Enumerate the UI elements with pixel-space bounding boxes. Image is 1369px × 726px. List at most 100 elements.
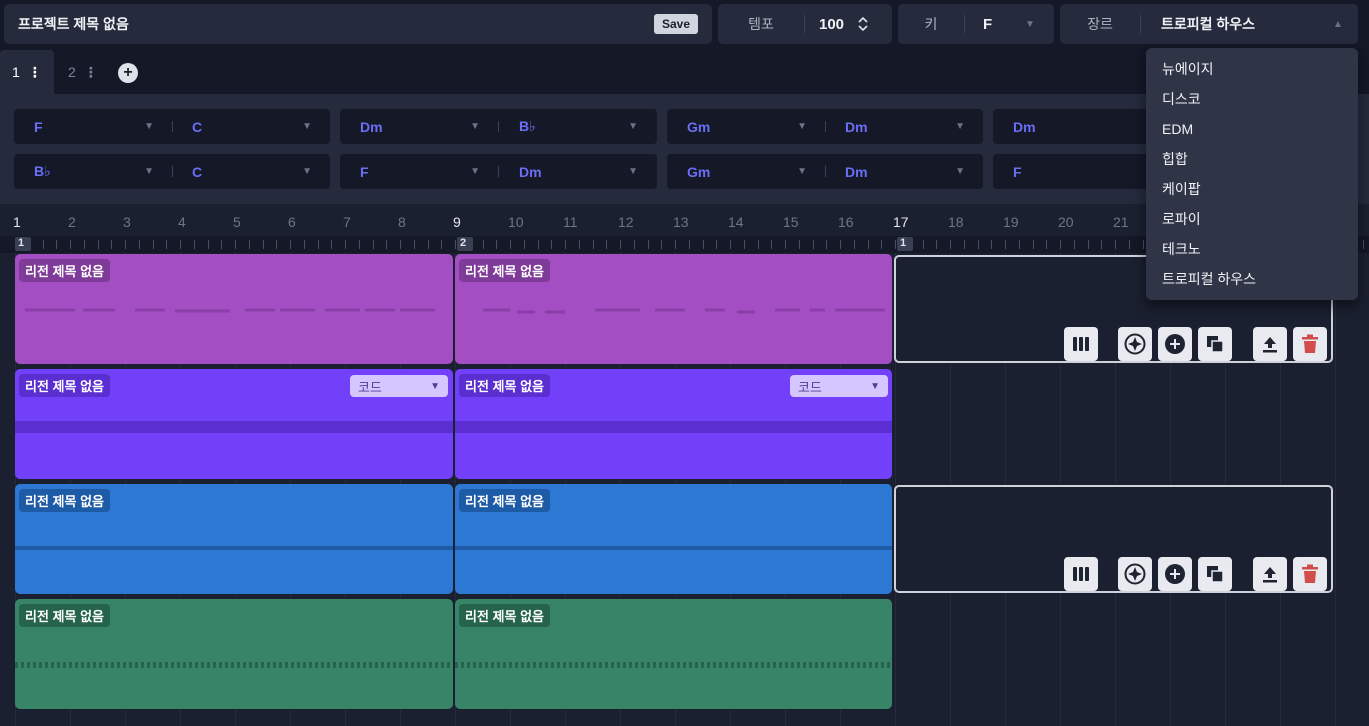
genre-option[interactable]: EDM (1146, 114, 1358, 144)
genre-option[interactable]: 테크노 (1146, 234, 1358, 264)
chord-select[interactable]: F ▼ (34, 109, 154, 144)
chord-select[interactable]: Dm ▼ (845, 109, 965, 144)
ruler-tick (991, 240, 992, 249)
region-title[interactable]: 리전 제목 없음 (459, 604, 550, 627)
ruler-tick (194, 240, 195, 249)
ruler-tick (70, 240, 71, 249)
region-track-4[interactable]: 리전 제목 없음 (15, 599, 453, 709)
region-track-1[interactable]: 리전 제목 없음 (15, 254, 453, 364)
chevron-down-icon[interactable]: ▼ (1025, 19, 1035, 30)
ruler-tick (606, 240, 607, 249)
chord-select[interactable]: Dm ▼ (519, 154, 638, 189)
empty-region-track-3[interactable] (894, 485, 1333, 593)
plus-icon: + (123, 64, 133, 81)
chevron-down-icon: ▼ (870, 380, 880, 392)
ai-generate-button[interactable] (1118, 327, 1152, 361)
chord-select[interactable]: C ▼ (192, 154, 312, 189)
project-title[interactable]: 프로젝트 제목 없음 (18, 14, 129, 34)
region-title[interactable]: 리전 제목 없음 (19, 374, 110, 397)
ruler-tick (785, 240, 786, 249)
chord-style-select[interactable]: 코드 ▼ (350, 375, 448, 397)
ruler-bar-number: 4 (178, 214, 186, 230)
add-region-button[interactable] (1158, 327, 1192, 361)
delete-button[interactable] (1293, 557, 1327, 591)
ruler-tick (1046, 240, 1047, 249)
region-track-1[interactable]: 리전 제목 없음 (455, 254, 892, 364)
ruler-tick (675, 240, 676, 249)
genre-option[interactable]: 뉴에이지 (1146, 54, 1358, 84)
more-vertical-icon[interactable]: ⋮ (28, 64, 42, 81)
ai-generate-button[interactable] (1118, 557, 1152, 591)
ruler-tick (345, 240, 346, 249)
chord-select[interactable]: B♭ ▼ (519, 109, 638, 144)
key-value[interactable]: F (983, 16, 1025, 33)
ruler-bar-number: 2 (68, 214, 76, 230)
chord-select[interactable]: Gm ▼ (687, 109, 807, 144)
copy-button[interactable] (1198, 327, 1232, 361)
chord-select[interactable]: Dm ▼ (845, 154, 965, 189)
sparkle-icon (1124, 563, 1146, 585)
genre-option[interactable]: 트로피컬 하우스 (1146, 264, 1358, 294)
chord-select[interactable]: C ▼ (192, 109, 312, 144)
ruler-tick (1033, 240, 1034, 249)
chord-select[interactable]: B♭ ▼ (34, 154, 154, 189)
copy-button[interactable] (1198, 557, 1232, 591)
tempo-value[interactable]: 100 (819, 16, 844, 33)
chord-name: Dm (519, 163, 542, 180)
section-marker[interactable]: 2 (457, 237, 473, 251)
ruler-tick (98, 240, 99, 249)
delete-button[interactable] (1293, 327, 1327, 361)
stepper-icon[interactable] (858, 17, 868, 31)
genre-option[interactable]: 힙합 (1146, 144, 1358, 174)
chevron-down-icon: ▼ (470, 121, 480, 132)
chord-select[interactable]: F ▼ (360, 154, 480, 189)
region-title[interactable]: 리전 제목 없음 (19, 259, 110, 282)
region-track-2[interactable]: 리전 제목 없음 코드 ▼ (455, 369, 892, 479)
tab-section-2[interactable]: 2 ⋮ (56, 50, 110, 94)
tab-section-1[interactable]: 1 ⋮ (0, 50, 54, 94)
chevron-down-icon: ▼ (797, 166, 807, 177)
genre-option[interactable]: 로파이 (1146, 204, 1358, 234)
ruler-tick (551, 240, 552, 249)
ruler-tick (1088, 240, 1089, 249)
chord-style-select[interactable]: 코드 ▼ (790, 375, 888, 397)
upload-button[interactable] (1253, 327, 1287, 361)
chord-bar: B♭ ▼ C ▼ (14, 154, 330, 189)
region-title[interactable]: 리전 제목 없음 (19, 604, 110, 627)
region-title[interactable]: 리전 제목 없음 (459, 374, 550, 397)
genre-value[interactable]: 트로피컬 하우스 (1161, 14, 1333, 34)
chevron-down-icon: ▼ (430, 380, 440, 392)
piano-roll-button[interactable] (1064, 327, 1098, 361)
ruler-tick (936, 240, 937, 249)
chevron-up-icon[interactable]: ▲ (1333, 19, 1343, 30)
chord-notes (455, 421, 892, 433)
genre-option[interactable]: 케이팝 (1146, 174, 1358, 204)
region-title[interactable]: 리전 제목 없음 (19, 489, 110, 512)
ruler-tick (1101, 240, 1102, 249)
tab-label: 2 (68, 64, 76, 80)
chord-select[interactable]: Dm ▼ (360, 109, 480, 144)
add-region-button[interactable] (1158, 557, 1192, 591)
chord-select[interactable]: F (1013, 154, 1143, 189)
section-marker[interactable]: 1 (15, 237, 31, 251)
region-track-2[interactable]: 리전 제목 없음 코드 ▼ (15, 369, 453, 479)
region-track-3[interactable]: 리전 제목 없음 (455, 484, 892, 594)
section-marker[interactable]: 1 (897, 237, 913, 251)
save-button[interactable]: Save (653, 14, 698, 34)
region-title[interactable]: 리전 제목 없음 (459, 489, 550, 512)
add-section-button[interactable]: + (118, 63, 138, 83)
region-track-4[interactable]: 리전 제목 없음 (455, 599, 892, 709)
ruler-tick (428, 240, 429, 249)
region-track-3[interactable]: 리전 제목 없음 (15, 484, 453, 594)
region-title[interactable]: 리전 제목 없음 (459, 259, 550, 282)
plus-circle-icon (1165, 334, 1185, 354)
more-vertical-icon[interactable]: ⋮ (84, 64, 98, 81)
chord-select[interactable]: Dm (1013, 109, 1143, 144)
chord-select[interactable]: Gm ▼ (687, 154, 807, 189)
piano-roll-button[interactable] (1064, 557, 1098, 591)
chevron-down-icon: ▼ (302, 166, 312, 177)
chord-name: C (192, 163, 203, 180)
genre-option[interactable]: 디스코 (1146, 84, 1358, 114)
ruler-tick (881, 240, 882, 249)
upload-button[interactable] (1253, 557, 1287, 591)
